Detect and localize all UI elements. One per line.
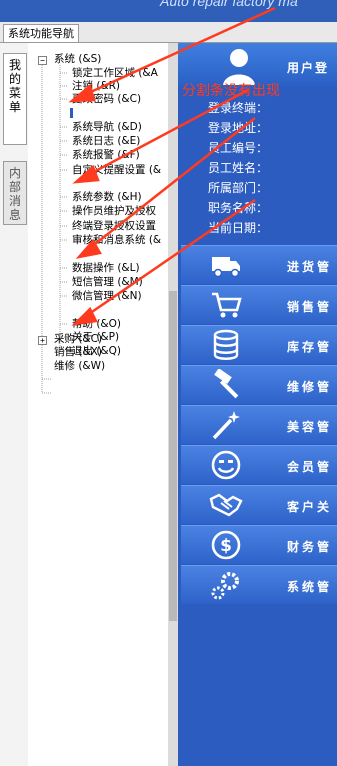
menu-member-label: 会员管 — [287, 460, 333, 474]
collapse-icon[interactable]: − — [38, 56, 47, 65]
tree-item-wechat[interactable]: 微信管理 (&N) — [72, 290, 142, 302]
tab-my-menu[interactable]: 我的菜单 — [3, 53, 27, 145]
tree-item-audit-message[interactable]: 审核和消息系统 (& — [72, 234, 161, 246]
handshake-icon — [209, 493, 243, 517]
menu-tree: − 系统 (&S) 锁定工作区域 (&A 注销 (&R) 更改密码 (&C) 系… — [28, 43, 169, 766]
field-login-terminal: 登录终端： — [208, 101, 269, 115]
tree-item-lock[interactable]: 锁定工作区域 (&A — [72, 67, 158, 79]
tree-item-sms[interactable]: 短信管理 (&M) — [72, 276, 143, 288]
tab-my-menu-label: 我的菜单 — [8, 58, 21, 114]
menu-sales-label: 销售管 — [287, 300, 333, 314]
tree-node-repair[interactable]: 维修 (&W) — [54, 360, 105, 372]
field-employee-id: 员工编号： — [208, 141, 269, 155]
field-department: 所属部门： — [208, 181, 269, 195]
side-tabs: 我的菜单 内部消息 — [0, 43, 29, 766]
field-login-address: 登录地址： — [208, 121, 269, 135]
banner-text: Auto repair factory ma — [160, 0, 298, 9]
user-panel-title: 用户登 — [287, 61, 330, 75]
user-avatar-icon — [223, 49, 255, 85]
menu-sales-button[interactable]: 销售管 — [181, 285, 337, 324]
smiley-icon — [211, 450, 241, 480]
tree-item-system-nav[interactable]: 系统导航 (&D) — [72, 121, 142, 133]
tree-item-help[interactable]: 帮助 (&O) — [72, 318, 121, 330]
tree-item-operator-maint[interactable]: 操作员维护及授权 — [72, 205, 156, 217]
menu-inventory-label: 库存管 — [287, 340, 333, 354]
tree-item-data-ops[interactable]: 数据操作 (&L) — [72, 262, 140, 274]
hammer-icon — [214, 369, 239, 399]
tree-item-system-log[interactable]: 系统日志 (&E) — [72, 135, 140, 147]
main-panel: 用户登 登录终端： 登录地址： 员工编号： 员工姓名： 所属部门： 职务名称： … — [178, 43, 337, 766]
menu-purchase-label: 进货管 — [287, 260, 333, 274]
menu-member-button[interactable]: 会员管 — [181, 445, 337, 484]
menu-system-label: 系统管 — [287, 580, 333, 594]
menu-finance-button[interactable]: $ 财务管 — [181, 525, 337, 564]
gears-icon — [211, 572, 239, 600]
empty-separator-marker — [70, 108, 73, 118]
menu-repair-button[interactable]: 维修管 — [181, 365, 337, 404]
svg-text:$: $ — [220, 536, 232, 556]
menu-beauty-label: 美容管 — [287, 420, 333, 434]
dollar-icon: $ — [211, 530, 241, 560]
tree-scrollbar[interactable] — [168, 43, 178, 766]
field-current-date: 当前日期： — [208, 221, 269, 235]
tree-item-terminal-auth[interactable]: 终端登录授权设置 — [72, 220, 156, 232]
field-position: 职务名称： — [208, 201, 269, 215]
tree-item-system-params[interactable]: 系统参数 (&H) — [72, 191, 142, 203]
menu-repair-label: 维修管 — [287, 380, 333, 394]
tree-item-system-alarm[interactable]: 系统报警 (&F) — [72, 149, 140, 161]
tab-internal-messages[interactable]: 内部消息 — [3, 161, 27, 225]
scrollbar-thumb[interactable] — [169, 291, 177, 621]
top-banner: Auto repair factory ma — [0, 0, 337, 22]
tree-node-purchase[interactable]: 采购 (&C) — [54, 333, 102, 345]
tree-node-sales[interactable]: 销售 (&X) — [54, 346, 102, 358]
database-icon — [213, 329, 239, 360]
tree-node-system[interactable]: 系统 (&S) — [54, 53, 101, 65]
tab-bar: 系统功能导航 — [0, 22, 337, 43]
expand-icon[interactable]: + — [38, 336, 47, 345]
magic-wand-icon — [212, 411, 240, 440]
menu-system-button[interactable]: 系统管 — [181, 565, 337, 604]
tab-internal-messages-label: 内部消息 — [8, 166, 21, 222]
annotation-text: 分割条没有出现 — [182, 83, 280, 99]
menu-customer-button[interactable]: 客户关 — [181, 485, 337, 524]
menu-finance-label: 财务管 — [287, 540, 333, 554]
tab-system-nav[interactable]: 系统功能导航 — [3, 24, 79, 42]
tree-item-logout[interactable]: 注销 (&R) — [72, 80, 120, 92]
menu-purchase-button[interactable]: 进货管 — [181, 245, 337, 284]
field-employee-name: 员工姓名： — [208, 161, 269, 175]
menu-customer-label: 客户关 — [287, 500, 333, 514]
truck-icon — [212, 257, 240, 278]
menu-beauty-button[interactable]: 美容管 — [181, 405, 337, 444]
menu-inventory-button[interactable]: 库存管 — [181, 325, 337, 364]
tree-item-custom-reminder[interactable]: 自定义提醒设置 (& — [72, 164, 161, 176]
tree-item-change-password[interactable]: 更改密码 (&C) — [72, 93, 141, 105]
cart-icon — [212, 292, 242, 318]
